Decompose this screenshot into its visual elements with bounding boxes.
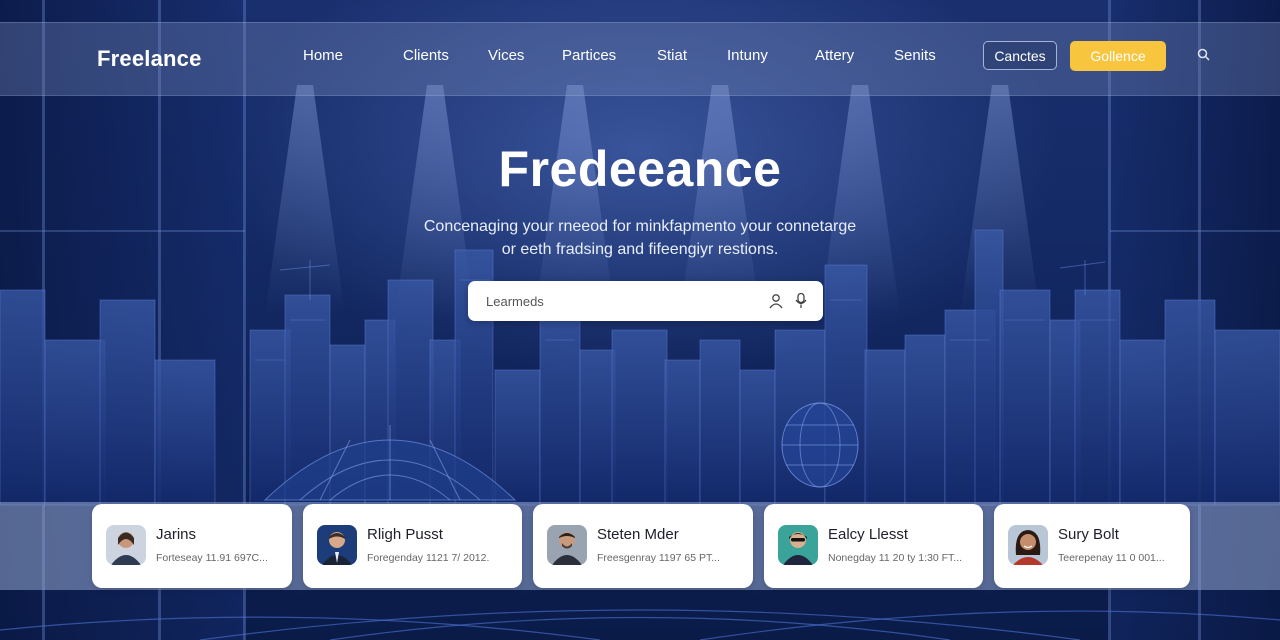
avatar (547, 525, 587, 565)
user-icon[interactable] (768, 293, 784, 309)
avatar (1008, 525, 1048, 565)
profile-name: Jarins (156, 526, 197, 543)
network-arcs-decoration (0, 609, 1280, 640)
nav-link-home[interactable]: Home (303, 47, 343, 64)
nav-link-vices[interactable]: Vices (488, 47, 524, 64)
nav-link-partices[interactable]: Partices (562, 47, 616, 64)
hero-subtitle-line: Concenaging your rneeod for minkfapmento… (423, 218, 857, 235)
profile-card[interactable]: Sury Bolt Teerepenay 11 0 001... (994, 504, 1190, 588)
search-input[interactable] (486, 281, 756, 321)
hero-title: Fredeeance (498, 141, 782, 197)
brand-logo[interactable]: Freelance (97, 46, 202, 72)
profile-meta: Foregenday 1121 7/ 2012. (367, 552, 490, 564)
profile-card[interactable]: Steten Mder Freesgenray 1197 65 PT... (533, 504, 753, 588)
nav-link-intuny[interactable]: Intuny (727, 47, 768, 64)
profile-card[interactable]: Jarins Forteseay 11.91 697C... (92, 504, 292, 588)
avatar (317, 525, 357, 565)
profile-name: Rligh Pusst (367, 526, 443, 543)
profile-meta: Forteseay 11.91 697C... (156, 552, 268, 564)
hero-subtitle: Concenaging your rneeod for minkfapmento… (380, 215, 900, 261)
search-icon[interactable] (1196, 47, 1212, 63)
microphone-icon[interactable] (793, 292, 809, 310)
hero-search-bar (468, 281, 823, 321)
nav-link-clients[interactable]: Clients (403, 47, 449, 64)
nav-link-attery[interactable]: Attery (815, 47, 854, 64)
hero-subtitle-line: or eeth fradsing and fifeengiyr restions… (501, 241, 779, 258)
profile-meta: Freesgenray 1197 65 PT... (597, 552, 720, 564)
nav-link-stiat[interactable]: Stiat (657, 47, 687, 64)
profile-card[interactable]: Ealcy Llesst Nonegday 11 20 ty 1:30 FT..… (764, 504, 983, 588)
canctes-button[interactable]: Canctes (983, 41, 1057, 70)
nav-link-senits[interactable]: Senits (894, 47, 936, 64)
avatar (778, 525, 818, 565)
avatar (106, 525, 146, 565)
profile-name: Ealcy Llesst (828, 526, 909, 543)
profile-name: Sury Bolt (1058, 526, 1119, 543)
profile-name: Steten Mder (597, 526, 679, 543)
gollence-button[interactable]: Gollence (1070, 41, 1166, 71)
profile-meta: Teerepenay 11 0 001... (1058, 552, 1165, 564)
profile-meta: Nonegday 11 20 ty 1:30 FT... (828, 552, 963, 564)
profile-card[interactable]: Rligh Pusst Foregenday 1121 7/ 2012. (303, 504, 522, 588)
